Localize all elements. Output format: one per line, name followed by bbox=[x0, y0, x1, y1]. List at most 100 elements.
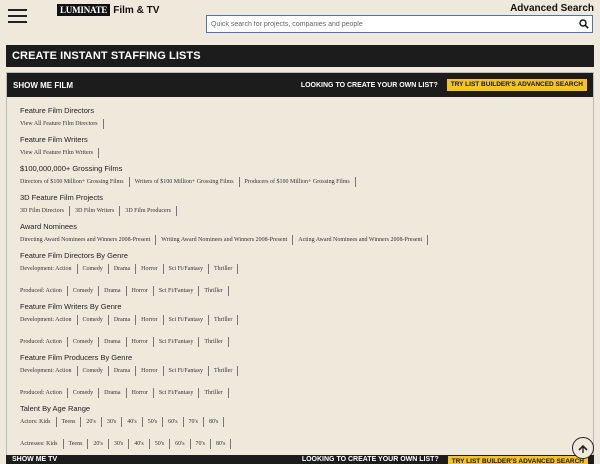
list-link[interactable]: Comedy bbox=[73, 288, 93, 294]
list-link[interactable]: Actresses: Kids bbox=[20, 441, 58, 447]
link-separator bbox=[152, 387, 154, 398]
link-row: Development: Action Comedy Drama Horror Sci … bbox=[20, 314, 593, 325]
top-bar: LUMINATE Film & TV Advanced Search bbox=[0, 0, 600, 40]
list-link[interactable]: Comedy bbox=[83, 368, 103, 374]
panel-label: SHOW ME FILM bbox=[13, 80, 73, 90]
list-link[interactable]: Directors of $100 Million+ Grossing Film… bbox=[20, 179, 124, 185]
link-separator bbox=[66, 387, 68, 398]
list-link[interactable]: Comedy bbox=[73, 390, 93, 396]
link-separator bbox=[223, 416, 225, 427]
list-link[interactable]: Drama bbox=[114, 368, 130, 374]
list-link[interactable]: 70's bbox=[196, 441, 205, 447]
logo-mark: LUMINATE bbox=[57, 4, 111, 16]
category-title: Feature Film Producers By Genre bbox=[20, 353, 133, 362]
list-link[interactable]: 60's bbox=[168, 419, 177, 425]
list-link[interactable]: 30's bbox=[107, 419, 116, 425]
link-separator bbox=[135, 263, 137, 274]
list-link[interactable]: 80's bbox=[216, 441, 225, 447]
list-link[interactable]: Comedy bbox=[73, 339, 93, 345]
chevron-up-icon[interactable] bbox=[572, 437, 594, 459]
list-link[interactable]: Thriller bbox=[204, 339, 222, 345]
list-link[interactable]: Drama bbox=[104, 288, 120, 294]
list-link[interactable]: 3D Film Directors bbox=[20, 208, 64, 214]
list-link[interactable]: 20's bbox=[86, 419, 95, 425]
list-link[interactable]: Development: Action bbox=[20, 266, 72, 272]
link-separator bbox=[227, 387, 229, 398]
list-link[interactable]: Thriller bbox=[204, 288, 222, 294]
link-separator bbox=[162, 263, 164, 274]
list-link[interactable]: View All Feature Film Directors bbox=[20, 121, 98, 127]
link-separator bbox=[128, 438, 130, 449]
list-link[interactable]: Horror bbox=[132, 288, 148, 294]
list-link[interactable]: Horror bbox=[141, 368, 157, 374]
list-link[interactable]: Horror bbox=[132, 390, 148, 396]
link-separator bbox=[208, 263, 210, 274]
link-separator bbox=[152, 285, 154, 296]
list-link[interactable]: Writers of $100 Million+ Grossing Films bbox=[135, 179, 234, 185]
list-link[interactable]: 50's bbox=[155, 441, 164, 447]
list-link[interactable]: Sci Fi/Fantasy bbox=[159, 339, 194, 345]
list-link[interactable]: Produced: Action bbox=[20, 390, 62, 396]
link-row: Produced: Action Comedy Drama Horror Sci Fi/… bbox=[20, 387, 593, 398]
list-link[interactable]: Acting Award Nominees and Winners 2008-P… bbox=[298, 237, 422, 243]
logo[interactable]: LUMINATE Film & TV bbox=[57, 4, 159, 16]
list-link[interactable]: Development: Action bbox=[20, 317, 72, 323]
list-link[interactable]: 50's bbox=[148, 419, 157, 425]
list-link[interactable]: Teens bbox=[62, 419, 76, 425]
list-link[interactable]: Producers of $100 Million+ Grossing Film… bbox=[245, 179, 350, 185]
category: $100,000,000+ Grossing Films Directors of… bbox=[20, 163, 593, 187]
link-row: Directors of $100 Million+ Grossing Film… bbox=[20, 176, 593, 187]
list-link[interactable]: Drama bbox=[114, 266, 130, 272]
list-link[interactable]: 3D Film Writers bbox=[75, 208, 114, 214]
list-link[interactable]: Actors: Kids bbox=[20, 419, 51, 425]
list-link[interactable]: Sci Fi/Fantasy bbox=[169, 317, 204, 323]
list-link[interactable]: Thriller bbox=[214, 317, 232, 323]
list-link[interactable]: 80's bbox=[209, 419, 218, 425]
link-separator bbox=[66, 285, 68, 296]
link-separator bbox=[125, 387, 127, 398]
list-link[interactable]: Drama bbox=[104, 339, 120, 345]
list-link[interactable]: 70's bbox=[189, 419, 198, 425]
list-link[interactable]: Sci Fi/Fantasy bbox=[169, 266, 204, 272]
list-link[interactable]: Comedy bbox=[83, 266, 103, 272]
list-link[interactable]: 40's bbox=[127, 419, 136, 425]
list-link[interactable]: Teens bbox=[69, 441, 83, 447]
list-link[interactable]: Sci Fi/Fantasy bbox=[159, 288, 194, 294]
list-link[interactable]: 3D Film Producers bbox=[125, 208, 171, 214]
list-link[interactable]: Drama bbox=[114, 317, 130, 323]
list-link[interactable]: Sci Fi/Fantasy bbox=[159, 390, 194, 396]
list-link[interactable]: Comedy bbox=[83, 317, 103, 323]
link-row: 3D Film Directors 3D Film Writers 3D Film … bbox=[20, 205, 593, 216]
list-link[interactable]: Directing Award Nominees and Winners 200… bbox=[20, 237, 150, 243]
link-separator bbox=[198, 336, 200, 347]
list-link[interactable]: Horror bbox=[141, 317, 157, 323]
list-link[interactable]: Thriller bbox=[214, 266, 232, 272]
search-icon[interactable] bbox=[576, 16, 592, 32]
list-link[interactable]: 40's bbox=[134, 441, 143, 447]
link-separator bbox=[169, 438, 171, 449]
list-link[interactable]: Thriller bbox=[204, 390, 222, 396]
list-link[interactable]: 20's bbox=[93, 441, 102, 447]
list-link[interactable]: Horror bbox=[141, 266, 157, 272]
list-link[interactable]: Development: Action bbox=[20, 368, 72, 374]
list-link[interactable]: Drama bbox=[104, 390, 120, 396]
list-builder-button[interactable]: TRY LIST BUILDER'S ADVANCED SEARCH bbox=[446, 79, 587, 91]
hamburger-menu-icon[interactable] bbox=[8, 9, 27, 23]
list-link[interactable]: View All Feature Film Writers bbox=[20, 150, 93, 156]
list-link[interactable]: Produced: Action bbox=[20, 339, 62, 345]
tv-list-builder-button[interactable]: TRY LIST BUILDER'S ADVANCED SEARCH bbox=[447, 456, 588, 464]
link-separator bbox=[76, 314, 78, 325]
search-input[interactable] bbox=[207, 20, 576, 28]
list-link[interactable]: Thriller bbox=[214, 368, 232, 374]
link-separator bbox=[208, 365, 210, 376]
link-separator bbox=[128, 176, 130, 187]
link-separator bbox=[119, 205, 121, 216]
list-link[interactable]: 30's bbox=[114, 441, 123, 447]
list-link[interactable]: 60's bbox=[175, 441, 184, 447]
link-separator bbox=[238, 176, 240, 187]
list-link[interactable]: Produced: Action bbox=[20, 288, 62, 294]
list-link[interactable]: Sci Fi/Fantasy bbox=[169, 368, 204, 374]
list-link[interactable]: Horror bbox=[132, 339, 148, 345]
list-link[interactable]: Writing Award Nominees and Winners 2008-… bbox=[161, 237, 287, 243]
advanced-search-link[interactable]: Advanced Search bbox=[510, 3, 594, 14]
